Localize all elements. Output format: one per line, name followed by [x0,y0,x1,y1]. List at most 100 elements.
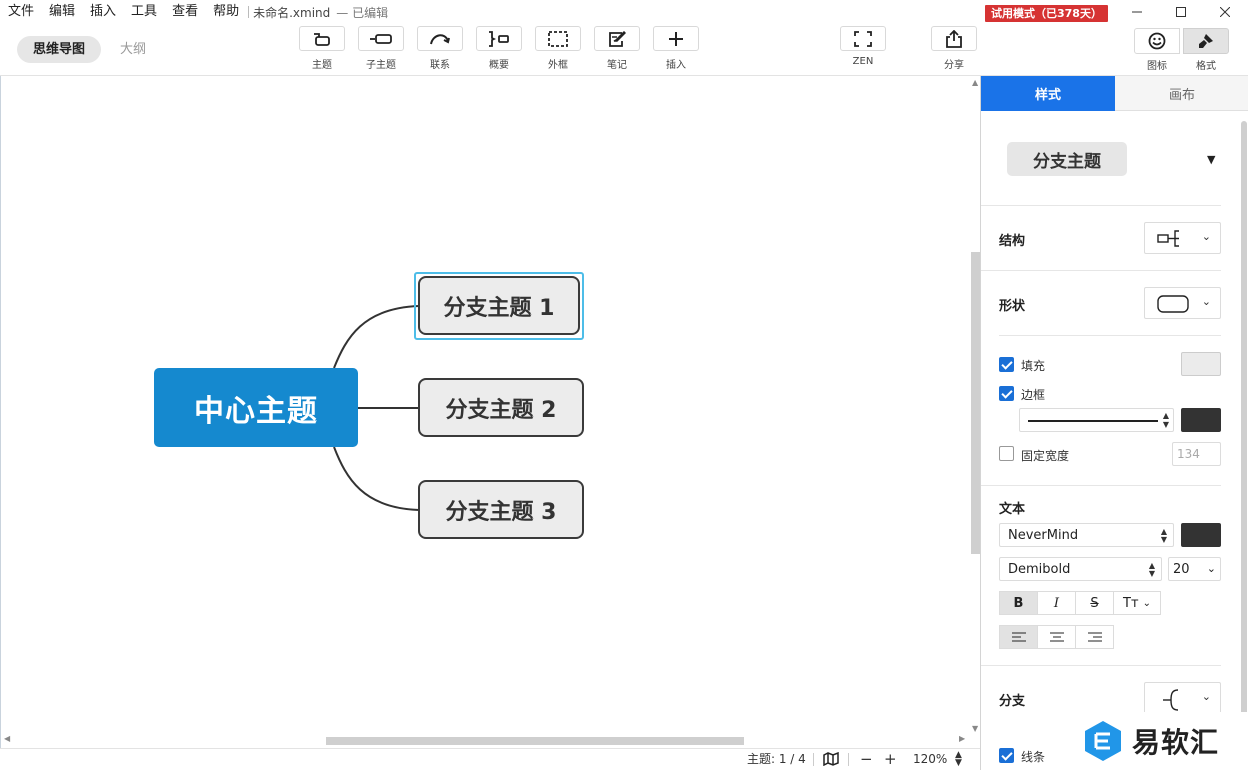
font-weight-select[interactable]: Demibold ▲ ▼ [999,557,1162,581]
note-icon [609,30,626,47]
plus-icon [669,31,683,46]
topic-button[interactable]: 主题 [298,26,346,71]
map-icon[interactable] [823,752,839,766]
subtopic-button[interactable]: 子主题 [357,26,405,71]
branch-style-dropdown[interactable]: ⌄ [1144,682,1221,714]
subtopic-icon [370,33,392,44]
fixed-width-checkbox[interactable] [999,446,1014,461]
zen-button[interactable]: ZEN [839,26,887,67]
panel-scroll-thumb[interactable] [1241,121,1247,731]
chevron-down-icon: ⌄ [1142,597,1151,609]
strikethrough-button[interactable]: S [1075,591,1114,615]
canvas-horizontal-scrollbar[interactable]: ◀ ▶ [1,734,971,746]
tab-canvas[interactable]: 画布 [1115,76,1248,111]
branch-topic-2[interactable]: 分支主题 2 [418,378,584,437]
minimize-button[interactable] [1114,0,1160,24]
structure-label: 结构 [999,234,1026,249]
scroll-right-icon[interactable]: ▶ [959,734,965,743]
menu-tools[interactable]: 工具 [123,0,164,24]
brush-icon [1199,34,1213,48]
scroll-down-icon[interactable]: ▼ [972,724,978,733]
status-separator [813,753,814,766]
scroll-left-icon[interactable]: ◀ [4,734,10,743]
menu-view[interactable]: 查看 [164,0,205,24]
subtopic-label: 子主题 [366,60,396,71]
align-center-icon [1049,632,1064,642]
connector-branch-1 [333,305,420,369]
branch-topic-1[interactable]: 分支主题 1 [418,276,580,335]
smiley-icon [1148,32,1166,50]
font-size-value: 20 [1173,562,1190,577]
font-weight-value: Demibold [1008,562,1071,577]
chevron-down-icon: ⌄ [1201,295,1211,308]
panel-vertical-scrollbar[interactable] [1239,111,1248,751]
mindmap-canvas[interactable]: 中心主题 分支主题 1 分支主题 2 分支主题 3 ▲ ▼ ◀ ▶ [0,76,980,748]
central-topic[interactable]: 中心主题 [154,368,358,447]
style-preset[interactable]: 分支主题 [1007,142,1127,176]
shape-dropdown[interactable]: ⌄ [1144,287,1221,319]
align-right-button[interactable] [1075,625,1114,649]
chevron-down-icon: ⌄ [1201,690,1211,703]
tab-outline[interactable]: 大纲 [104,36,162,63]
trial-mode-badge[interactable]: 试用模式（已378天） [985,5,1108,22]
text-color-swatch[interactable] [1181,523,1221,547]
zoom-in-button[interactable]: + [884,749,897,769]
summary-label: 概要 [489,60,509,71]
horizontal-scroll-thumb[interactable] [326,737,744,745]
menu-help[interactable]: 帮助 [205,0,246,24]
section-divider [981,665,1221,666]
canvas-vertical-scrollbar[interactable]: ▲ ▼ [971,76,980,736]
text-case-button[interactable]: Tт ⌄ [1113,591,1161,615]
align-right-icon [1087,632,1102,642]
tab-mindmap[interactable]: 思维导图 [17,36,102,63]
boundary-button[interactable]: 外框 [534,26,582,71]
scroll-up-icon[interactable]: ▲ [972,78,978,87]
summary-icon [489,30,509,47]
bold-button[interactable]: B [999,591,1038,615]
zoom-stepper-icon[interactable]: ▲ ▼ [955,751,962,768]
fill-color-swatch[interactable] [1181,352,1221,376]
preset-dropdown-icon[interactable]: ▼ [1207,153,1215,166]
align-center-button[interactable] [1037,625,1076,649]
menu-edit[interactable]: 编辑 [41,0,82,24]
zoom-out-button[interactable]: − [860,749,873,769]
line-checkbox[interactable] [999,748,1014,763]
font-size-select[interactable]: 20 ⌄ [1168,557,1221,581]
chevron-down-icon: ⌄ [1201,230,1211,243]
close-icon [1220,7,1230,17]
insert-button[interactable]: 插入 [652,26,700,71]
note-button[interactable]: 笔记 [593,26,641,71]
share-button[interactable]: 分享 [930,26,978,71]
fill-checkbox[interactable] [999,357,1014,372]
panel-tabs: 样式 画布 [981,76,1248,111]
summary-button[interactable]: 概要 [475,26,523,71]
fixed-width-label: 固定宽度 [1021,449,1070,463]
menu-file[interactable]: 文件 [0,0,41,24]
border-checkbox[interactable] [999,386,1014,401]
branch-topic-3[interactable]: 分支主题 3 [418,480,584,539]
relationship-button[interactable]: 联系 [416,26,464,71]
zen-label: ZEN [852,56,874,67]
structure-dropdown[interactable]: ⌄ [1144,222,1221,254]
stepper-icon: ▲ ▼ [1160,527,1167,544]
align-left-button[interactable] [999,625,1038,649]
italic-button[interactable]: I [1037,591,1076,615]
fill-label: 填充 [1021,359,1046,373]
close-button[interactable] [1202,0,1248,24]
shape-label: 形状 [999,299,1026,314]
zoom-level[interactable]: 120% [913,749,947,769]
tab-style[interactable]: 样式 [981,76,1115,111]
insert-label: 插入 [666,60,686,71]
border-color-swatch[interactable] [1181,408,1221,432]
section-divider [981,205,1221,206]
icons-panel-button[interactable]: 图标 [1133,28,1181,74]
fixed-width-input[interactable]: 134 [1172,442,1221,466]
format-label: 格式 [1196,61,1216,72]
maximize-button[interactable] [1158,0,1204,24]
menu-insert[interactable]: 插入 [82,0,123,24]
vertical-scroll-thumb[interactable] [971,252,980,554]
watermark-logo-icon [1085,721,1121,761]
font-family-select[interactable]: NeverMind ▲ ▼ [999,523,1174,547]
border-line-style-select[interactable]: ▲ ▼ [1019,408,1174,432]
format-panel-button[interactable]: 格式 [1182,28,1230,74]
